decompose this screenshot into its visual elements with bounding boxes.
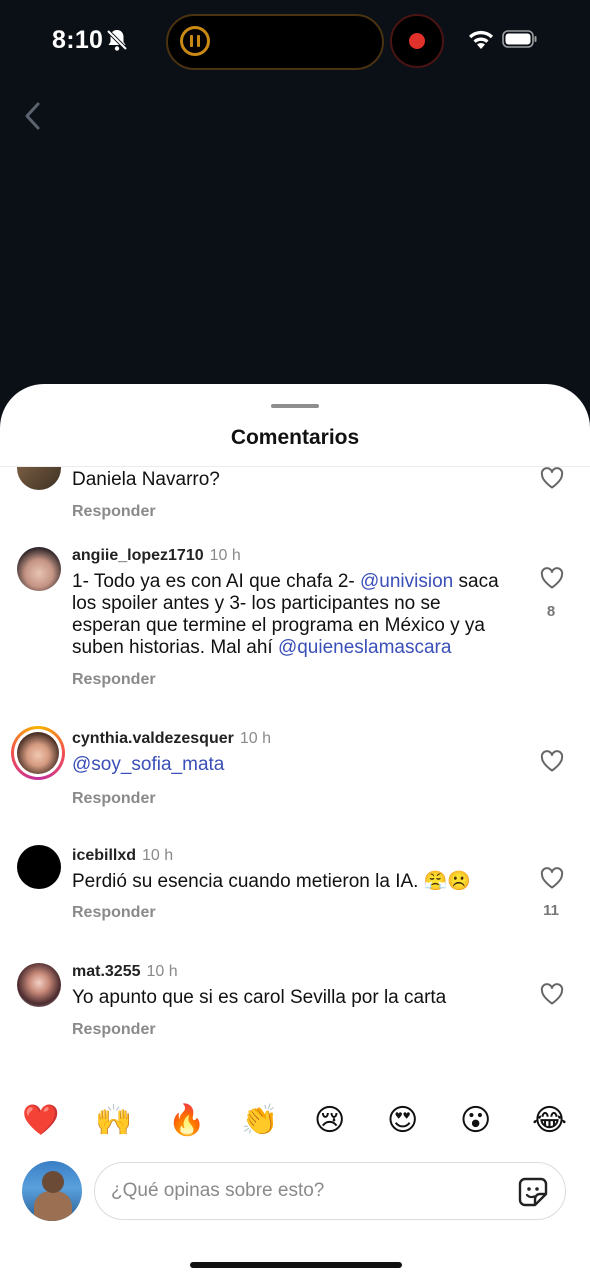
timestamp: 10 h (142, 847, 174, 864)
reply-button[interactable]: Responder (72, 503, 156, 521)
timestamp: 10 h (209, 547, 241, 564)
avatar (17, 732, 59, 774)
timestamp: 10 h (146, 963, 178, 980)
drag-handle[interactable] (271, 404, 319, 408)
comment-input[interactable]: ¿Qué opinas sobre esto? (94, 1162, 566, 1220)
comment-meta: icebillxd 10 h (72, 847, 173, 865)
avatar[interactable] (17, 547, 61, 591)
comment-text: Daniela Navarro? (72, 469, 220, 490)
comment-text: Yo apunto que si es carol Sevilla por la… (72, 987, 447, 1008)
comment-list[interactable]: Daniela Navarro? Responder angiie_lopez1… (0, 467, 590, 1081)
bell-slash-icon (106, 29, 128, 51)
username[interactable]: cynthia.valdezesquer (72, 730, 234, 747)
text-segment: 1- Todo ya es con AI que chafa 2- (72, 571, 361, 592)
reply-button[interactable]: Responder (72, 1021, 156, 1039)
avatar-torso (34, 1191, 72, 1221)
like-count: 11 (543, 902, 559, 919)
battery-icon (502, 30, 537, 48)
avatar[interactable] (17, 845, 61, 889)
chevron-left-icon[interactable] (18, 98, 48, 134)
like-count: 8 (546, 603, 556, 620)
comment-text: Perdió su esencia cuando metieron la IA.… (72, 871, 472, 892)
comment-meta: angiie_lopez1710 10 h (72, 547, 241, 565)
avatar[interactable] (17, 467, 61, 490)
reaction-raised-hands-button[interactable]: 🙌 (95, 1103, 132, 1139)
dynamic-island[interactable] (166, 14, 384, 70)
reaction-heart-button[interactable]: ❤️ (22, 1103, 59, 1139)
status-bar: 8:10 (0, 0, 590, 80)
sticker-icon[interactable] (517, 1176, 549, 1208)
quick-reaction-bar: ❤️ 🙌 🔥 👏 😢 😍 😮 😂 (0, 1097, 590, 1147)
reply-button[interactable]: Responder (72, 671, 156, 689)
comment-text: 1- Todo ya es con AI que chafa 2- @univi… (72, 571, 512, 659)
reaction-fire-button[interactable]: 🔥 (168, 1103, 205, 1139)
mention-link[interactable]: @univision (360, 571, 453, 592)
mention-link[interactable]: @soy_sofia_mata (72, 754, 224, 775)
reply-button[interactable]: Responder (72, 790, 156, 808)
user-avatar[interactable] (22, 1161, 82, 1221)
heart-icon[interactable] (540, 467, 564, 489)
sheet-title: Comentarios (230, 426, 360, 449)
reaction-surprised-button[interactable]: 😮 (460, 1103, 491, 1139)
home-indicator[interactable] (190, 1262, 402, 1268)
status-time: 8:10 (52, 26, 104, 54)
username[interactable]: angiie_lopez1710 (72, 547, 204, 564)
wifi-icon (469, 30, 493, 49)
avatar-border (14, 729, 62, 777)
comment-meta: cynthia.valdezesquer 10 h (72, 730, 271, 748)
comment-text: @soy_sofia_mata (72, 754, 512, 776)
heart-icon[interactable] (540, 867, 564, 889)
heart-icon[interactable] (540, 750, 564, 772)
reaction-laugh-button[interactable]: 😂 (532, 1103, 567, 1139)
heart-icon[interactable] (540, 983, 564, 1005)
mention-link[interactable]: @quieneslamascara (278, 637, 452, 658)
comments-sheet: Comentarios Daniela Navarro? Responder a… (0, 384, 590, 1280)
username[interactable]: icebillxd (72, 847, 136, 864)
avatar-head (42, 1171, 64, 1193)
avatar-story-ring[interactable] (11, 726, 65, 780)
username[interactable]: mat.3255 (72, 963, 141, 980)
comment-input-placeholder: ¿Qué opinas sobre esto? (111, 1180, 325, 1201)
timestamp: 10 h (239, 730, 271, 747)
record-indicator[interactable] (390, 14, 444, 68)
reaction-cry-button[interactable]: 😢 (314, 1103, 345, 1139)
record-icon (409, 33, 425, 49)
reaction-heart-eyes-button[interactable]: 😍 (387, 1103, 418, 1139)
reaction-clap-button[interactable]: 👏 (241, 1103, 278, 1139)
heart-icon[interactable] (540, 567, 564, 589)
comment-meta: mat.3255 10 h (72, 963, 178, 981)
reply-button[interactable]: Responder (72, 904, 156, 922)
pause-icon[interactable] (180, 26, 210, 56)
avatar[interactable] (17, 963, 61, 1007)
